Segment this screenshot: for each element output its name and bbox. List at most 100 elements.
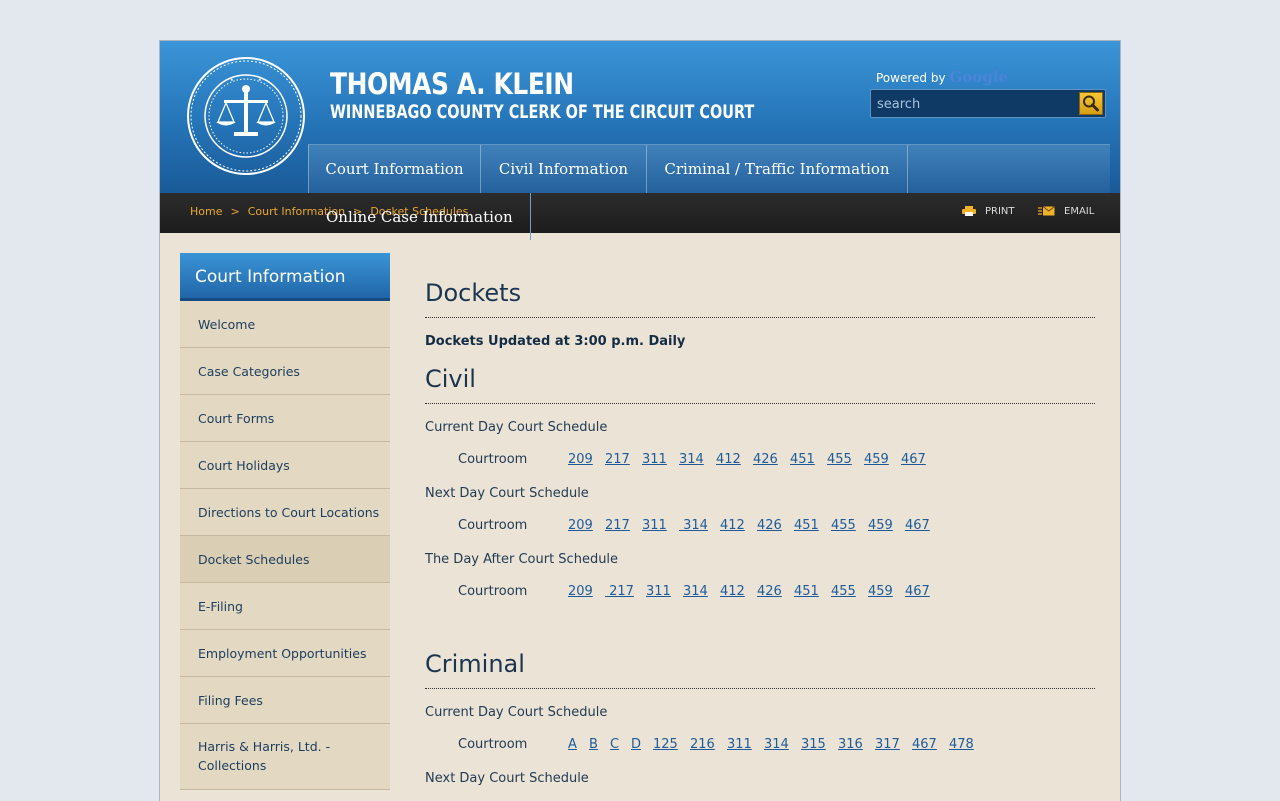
courtroom-link-311[interactable]: 311 [642,518,667,533]
courtroom-row: Courtroom 209 217 311 314 412 426 451 455 459 46… [425,518,1095,538]
courtroom-label: Courtroom [458,452,528,467]
criminal-current-day-label: Current Day Court Schedule [425,705,608,720]
search-button[interactable] [1079,92,1103,115]
courtroom-link-311[interactable]: 311 [727,737,752,752]
courtroom-link-467[interactable]: 467 [905,518,930,533]
nav-dropdown-online-case-information[interactable]: Online Case Information [308,193,531,240]
courtroom-link-412[interactable]: 412 [720,518,745,533]
courtroom-link-a[interactable]: A [568,737,577,752]
courtroom-label: Courtroom [458,584,528,599]
sidebar-item-directions[interactable]: Directions to Court Locations [180,489,390,536]
svg-text:★: ★ [230,77,234,82]
courtroom-link-426[interactable]: 426 [753,452,778,467]
section-heading-criminal: Criminal [425,650,1095,689]
dropdown-item-label: Online Case Information [326,208,513,226]
civil-day-after-label: The Day After Court Schedule [425,552,619,567]
google-logo: Google [949,68,1008,86]
courtroom-link-316[interactable]: 316 [838,737,863,752]
courtroom-link-b[interactable]: B [589,737,598,752]
courtroom-link-317[interactable]: 317 [875,737,900,752]
powered-by-label: Powered by Google [876,68,1008,86]
court-seal-logo[interactable]: ★ ★ [186,56,306,176]
print-label: PRINT [985,206,1015,217]
courtroom-link-125[interactable]: 125 [653,737,678,752]
print-button[interactable]: PRINT [962,206,1015,217]
sidebar-item-court-holidays[interactable]: Court Holidays [180,442,390,489]
nav-civil-information[interactable]: Civil Information [480,145,646,194]
courtroom-link-209[interactable]: 209 [568,584,593,599]
courtroom-link-209[interactable]: 209 [568,518,593,533]
courtroom-link-412[interactable]: 412 [720,584,745,599]
courtroom-link-451[interactable]: 451 [794,518,819,533]
svg-text:★: ★ [258,77,262,82]
courtroom-row: Courtroom A B C D 125 216 311 314 315 316 317 467 47… [425,737,1095,757]
sidebar-title: Court Information [180,253,390,301]
sidebar-item-welcome[interactable]: Welcome [180,301,390,348]
courtroom-link-209[interactable]: 209 [568,452,593,467]
main-content: Dockets Dockets Updated at 3:00 p.m. Dai… [425,271,1095,786]
courtroom-link-451[interactable]: 451 [794,584,819,599]
courtroom-link-459[interactable]: 459 [868,584,893,599]
courtroom-link-217[interactable]: 217 [605,584,634,599]
courtroom-link-451[interactable]: 451 [790,452,815,467]
courtroom-link-455[interactable]: 455 [827,452,852,467]
powered-by-text: Powered by [876,71,946,85]
email-icon [1038,206,1055,216]
sidebar-item-filing-fees[interactable]: Filing Fees [180,677,390,724]
courtroom-link-426[interactable]: 426 [757,518,782,533]
courtroom-link-459[interactable]: 459 [864,452,889,467]
sidebar-item-court-forms[interactable]: Court Forms [180,395,390,442]
courtroom-link-467[interactable]: 467 [912,737,937,752]
courtroom-link-467[interactable]: 467 [905,584,930,599]
courtroom-link-315[interactable]: 315 [801,737,826,752]
breadcrumb-separator: > [230,205,240,218]
courtroom-link-412[interactable]: 412 [716,452,741,467]
courtroom-link-c[interactable]: C [610,737,619,752]
breadcrumb-home[interactable]: Home [190,205,222,218]
criminal-schedules: Current Day Court Schedule Courtroom ABC… [425,705,1095,786]
email-button[interactable]: EMAIL [1038,206,1094,217]
sidebar-item-e-filing[interactable]: E-Filing [180,583,390,630]
criminal-next-day-label: Next Day Court Schedule [425,771,589,786]
courtroom-link-314[interactable]: 314 [683,584,708,599]
page-title: Dockets [425,279,1095,318]
site-header: ★ ★ THOMAS A. KLEIN WINNEBAGO COUNTY CLE… [160,41,1120,194]
courtroom-label: Courtroom [458,737,528,752]
search-field [870,89,1106,118]
courtroom-link-467[interactable]: 467 [901,452,926,467]
dockets-update-note: Dockets Updated at 3:00 p.m. Daily [425,334,686,349]
search-icon [1083,95,1099,112]
nav-court-information[interactable]: Court Information [308,145,480,194]
section-heading-civil: Civil [425,365,1095,404]
main-navigation: Court Information Civil Information Crim… [308,144,1110,194]
page-container: ★ ★ THOMAS A. KLEIN WINNEBAGO COUNTY CLE… [159,40,1121,801]
sidebar-item-employment[interactable]: Employment Opportunities [180,630,390,677]
nav-criminal-traffic-information[interactable]: Criminal / Traffic Information [646,145,908,194]
courtroom-link-314[interactable]: 314 [764,737,789,752]
courtroom-row: Courtroom 209 217 311 314 412 426 451 455 459 467 [425,452,1095,472]
civil-next-day-label: Next Day Court Schedule [425,486,589,501]
email-label: EMAIL [1064,206,1095,217]
courtroom-link-314[interactable]: 314 [679,452,704,467]
sidebar-menu: Welcome Case Categories Court Forms Cour… [180,301,390,790]
courtroom-link-426[interactable]: 426 [757,584,782,599]
courtroom-link-217[interactable]: 217 [605,452,630,467]
office-title: WINNEBAGO COUNTY CLERK OF THE CIRCUIT CO… [330,101,755,123]
sidebar-item-harris-collections[interactable]: Harris & Harris, Ltd. - Collections [180,724,390,790]
search-input[interactable] [877,94,1073,114]
courtroom-link-217[interactable]: 217 [605,518,630,533]
courtroom-link-455[interactable]: 455 [831,518,856,533]
courtroom-link-311[interactable]: 311 [646,584,671,599]
courtroom-link-459[interactable]: 459 [868,518,893,533]
courtroom-label: Courtroom [458,518,528,533]
courtroom-link-311[interactable]: 311 [642,452,667,467]
courtroom-link-d[interactable]: D [631,737,641,752]
civil-current-day-label: Current Day Court Schedule [425,420,608,435]
courtroom-link-478[interactable]: 478 [949,737,974,752]
sidebar-item-docket-schedules[interactable]: Docket Schedules [180,536,390,583]
courtroom-link-314[interactable]: 314 [679,518,708,533]
sidebar-item-case-categories[interactable]: Case Categories [180,348,390,395]
clerk-name: THOMAS A. KLEIN [330,67,574,101]
courtroom-link-455[interactable]: 455 [831,584,856,599]
courtroom-link-216[interactable]: 216 [690,737,715,752]
